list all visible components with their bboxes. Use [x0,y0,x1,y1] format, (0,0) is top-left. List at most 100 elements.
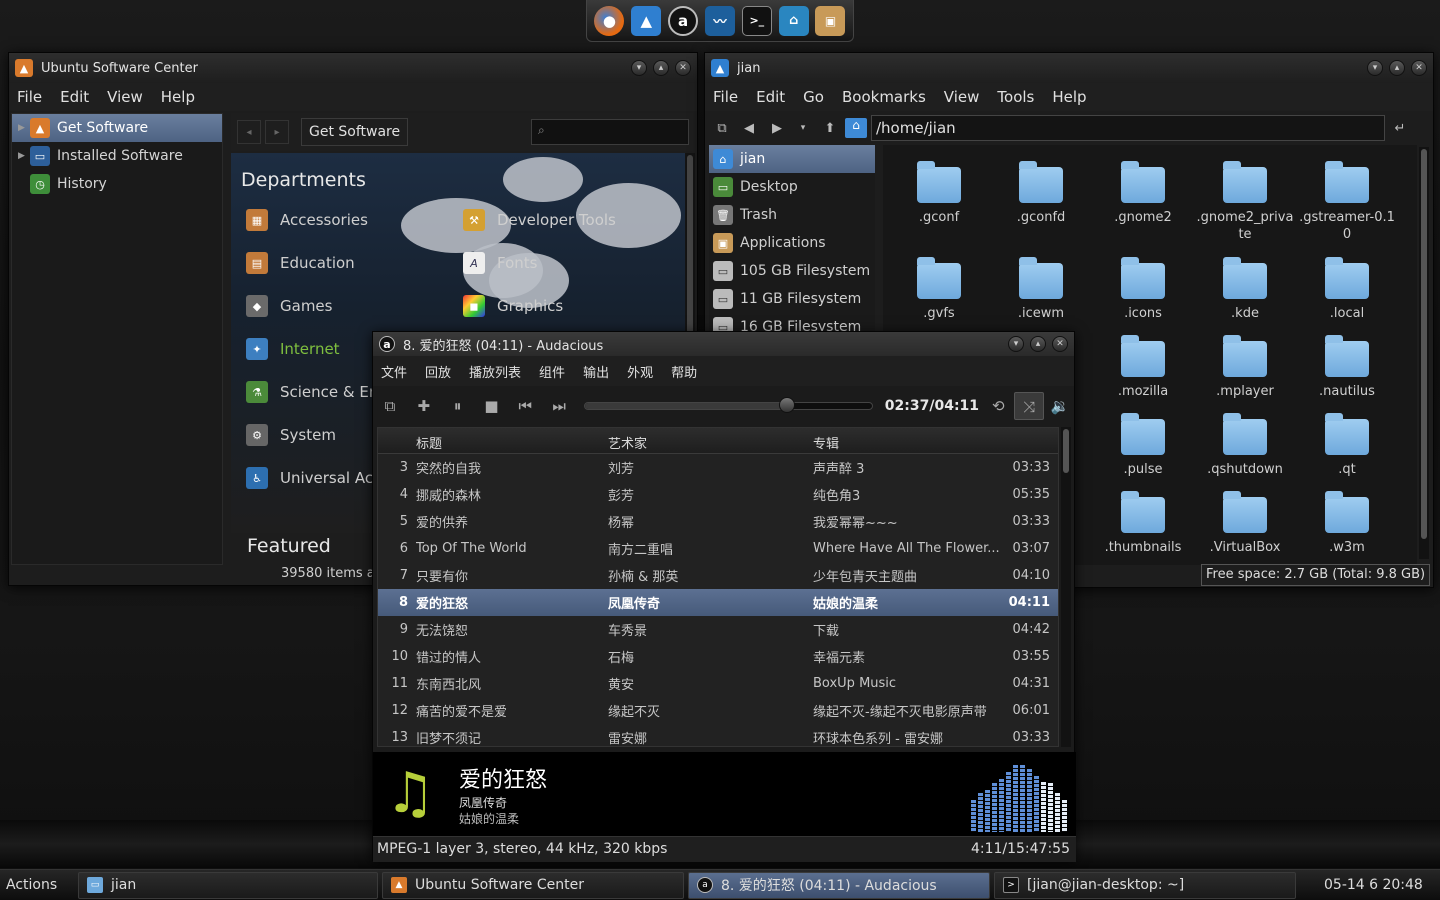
playlist-row[interactable]: 9 无法饶恕 车秀景 下载 04:42 [378,616,1058,643]
folder-item[interactable]: .icons [1093,257,1193,322]
minimize-button[interactable]: ▾ [631,60,647,76]
menu-view[interactable]: View [944,88,980,106]
folder-item[interactable]: .w3m [1297,491,1397,556]
vertical-scrollbar[interactable] [1419,147,1429,559]
folder-item[interactable]: .mozilla [1093,335,1193,400]
go-icon[interactable]: ↵ [1385,121,1415,136]
column-title[interactable]: 标题 [416,433,442,452]
scrollbar-thumb[interactable] [687,155,693,335]
dept-universal-access[interactable]: ♿ Universal Acce [246,467,391,489]
dept-science[interactable]: ⚗ Science & Eng [246,381,388,403]
menu-go[interactable]: Go [803,88,824,106]
folder-item[interactable]: .kde [1195,257,1295,322]
firefox-icon[interactable]: ● [594,5,625,36]
package-icon[interactable]: ▣ [815,5,846,36]
minimize-button[interactable]: ▾ [1367,60,1383,76]
menu-help[interactable]: Help [1052,88,1086,106]
task-file-manager[interactable]: ▭ jian [78,871,378,899]
maximize-button[interactable]: ▴ [1030,336,1046,352]
menu-view[interactable]: View [107,88,143,106]
playlist-row[interactable]: 5 爱的供养 杨幂 我爱幂幂~~~ 03:33 [378,508,1058,535]
menu-edit[interactable]: Edit [60,88,89,106]
scrollbar-thumb[interactable] [1063,429,1069,473]
folder-item[interactable]: .mplayer [1195,335,1295,400]
shuffle-icon[interactable]: ⤨ [1014,392,1045,420]
menu-bookmarks[interactable]: Bookmarks [842,88,926,106]
close-button[interactable]: ✕ [1052,336,1068,352]
playlist-row[interactable]: 6 Top Of The World 南方二重唱 Where Have All The… [378,535,1058,562]
up-icon[interactable]: ⬆ [815,121,845,136]
task-terminal[interactable]: > [jian@jian-desktop: ~] [994,871,1296,899]
open-icon[interactable]: ⧉ [373,397,407,415]
menu-edit[interactable]: Edit [756,88,785,106]
seek-handle[interactable] [778,397,795,413]
sidebar-item-history[interactable]: ◷ History [12,170,222,198]
folder-item[interactable]: .qt [1297,413,1397,478]
playlist-row[interactable]: 7 只要有你 孙楠 & 那英 少年包青天主题曲 04:10 [378,562,1058,589]
folder-item[interactable]: .local [1297,257,1397,322]
search-input[interactable]: ⌕ [531,119,689,145]
playlist-row[interactable]: 3 突然的自我 刘芳 声声醉 3 03:33 [378,454,1058,481]
network-icon[interactable]: ⌂ [778,5,809,36]
folder-item[interactable]: .gnome2 [1093,161,1193,226]
folder-item[interactable]: .thumbnails [1093,491,1193,556]
folder-item[interactable]: .pulse [1093,413,1193,478]
menu-playback[interactable]: 回放 [425,362,451,381]
stop-icon[interactable]: ■ [475,397,509,415]
folder-item[interactable]: .gstreamer-0.10 [1297,161,1397,243]
place-home[interactable]: ⌂ jian [709,145,875,173]
close-button[interactable]: ✕ [675,60,691,76]
expand-arrow-icon[interactable]: ▶ [18,151,28,161]
menu-file[interactable]: 文件 [381,362,407,381]
playlist-row[interactable]: 12 痛苦的爱不是爱 缘起不灭 缘起不灭-缘起不灭电影原声带 06:01 [378,697,1058,724]
folder-item[interactable]: .gnome2_private [1195,161,1295,243]
pause-icon[interactable]: ⏸ [441,397,475,415]
menu-tools[interactable]: Tools [997,88,1034,106]
menu-plugins[interactable]: 组件 [539,362,565,381]
clock[interactable]: 05-14 6 20:48 [1324,877,1423,893]
dept-system[interactable]: ⚙ System [246,424,336,446]
menu-output[interactable]: 输出 [583,362,609,381]
place-desktop[interactable]: ▭ Desktop [709,173,875,201]
menu-playlist[interactable]: 播放列表 [469,362,521,381]
sidebar-item-get-software[interactable]: ▶ ▲ Get Software [12,114,222,142]
history-dropdown-icon[interactable]: ▾ [791,123,815,133]
playlist-scrollbar[interactable] [1061,427,1071,747]
expand-arrow-icon[interactable]: ▶ [18,123,28,133]
column-album[interactable]: 专辑 [813,433,839,452]
task-audacious[interactable]: a 8. 爱的狂怒 (04:11) - Audacious [688,871,990,899]
terminal-icon[interactable]: >_ [741,5,772,36]
titlebar[interactable]: a 8. 爱的狂怒 (04:11) - Audacious ▾ ▴ ✕ [373,332,1074,356]
sidebar-item-installed-software[interactable]: ▶ ▭ Installed Software [12,142,222,170]
seek-slider[interactable] [584,397,873,413]
close-button[interactable]: ✕ [1411,60,1427,76]
scrollbar-thumb[interactable] [1421,149,1427,539]
task-software-center[interactable]: ▲ Ubuntu Software Center [382,871,684,899]
playlist-row[interactable]: 13 旧梦不须记 雷安娜 环球本色系列 - 雷安娜 03:33 [378,724,1058,746]
audacious-icon[interactable]: a [668,5,699,36]
forward-icon[interactable]: ▶ [763,121,791,136]
forward-button[interactable]: ▸ [265,120,289,144]
maximize-button[interactable]: ▴ [653,60,669,76]
system-monitor-icon[interactable]: 〰 [704,5,735,36]
dept-fonts[interactable]: A Fonts [463,252,537,274]
playlist-row[interactable]: 8 爱的狂怒 凤凰传奇 姑娘的温柔 04:11 [378,589,1058,616]
column-artist[interactable]: 艺术家 [608,433,647,452]
titlebar[interactable]: ▲ jian ▾ ▴ ✕ [705,53,1433,83]
menu-file[interactable]: File [17,88,42,106]
home-icon[interactable]: ⌂ [845,118,867,138]
place-filesystem-11[interactable]: ▭ 11 GB Filesystem [709,285,875,313]
menu-file[interactable]: File [713,88,738,106]
dept-internet[interactable]: ✦ Internet [246,338,340,360]
playlist-row[interactable]: 10 错过的情人 石梅 幸福元素 03:55 [378,643,1058,670]
dept-accessories[interactable]: ▦ Accessories [246,209,368,231]
menu-help[interactable]: 帮助 [671,362,697,381]
new-window-icon[interactable]: ⧉ [709,121,735,136]
playlist-row[interactable]: 11 东南西北风 黄安 BoxUp Music 04:31 [378,670,1058,697]
folder-item[interactable]: .qshutdown [1195,413,1295,478]
dept-games[interactable]: ◆ Games [246,295,332,317]
dept-education[interactable]: ▤ Education [246,252,355,274]
next-icon[interactable]: ⏭ [542,397,576,415]
back-icon[interactable]: ◀ [735,121,763,136]
previous-icon[interactable]: ⏮ [508,397,542,415]
